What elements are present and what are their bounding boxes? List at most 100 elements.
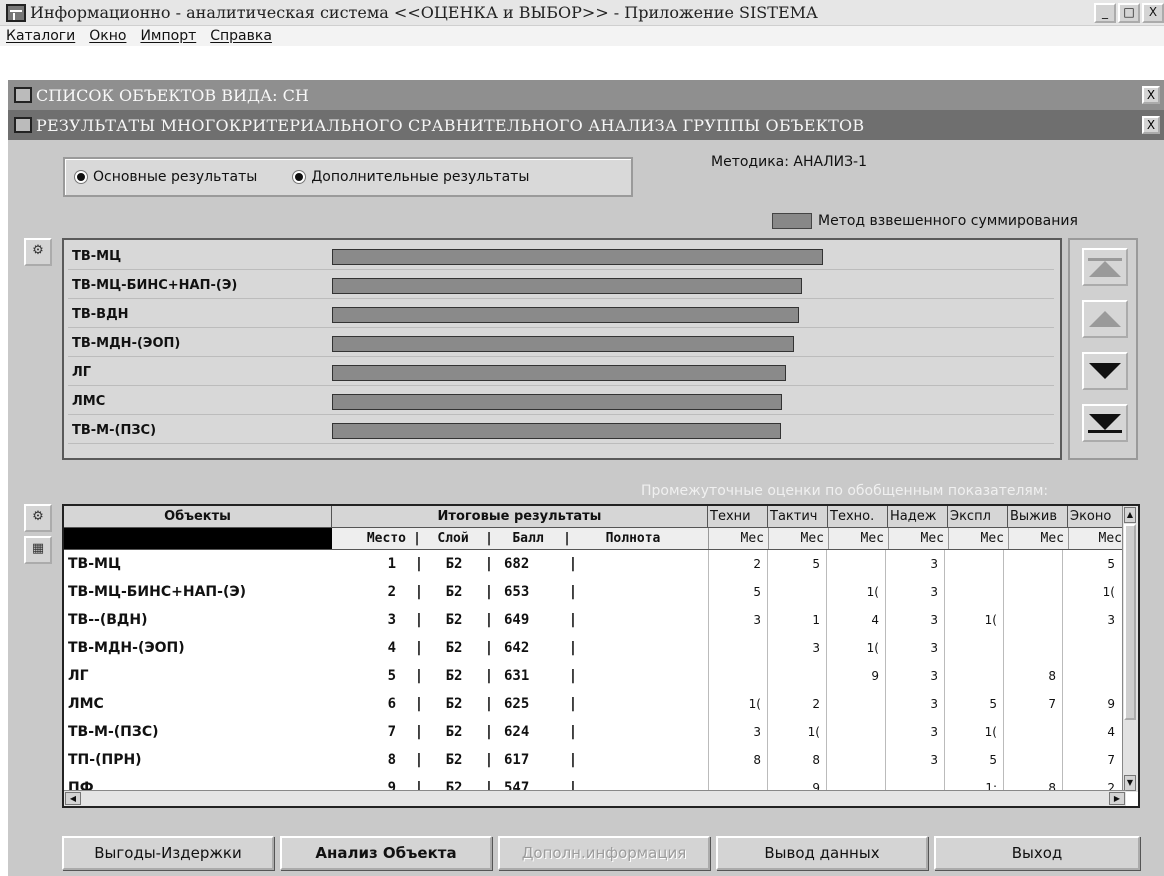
chart-settings-icon[interactable]: ⚙ [24, 238, 52, 266]
indicator-cell [1003, 718, 1062, 746]
separator: | [568, 612, 578, 628]
col-indicator-header[interactable]: Эконо [1068, 506, 1126, 527]
table-row[interactable]: ТВ-М-(ПЗС) 7 | Б2 | 624 | 3 1(3 1(4 [64, 718, 1126, 746]
separator: | [568, 696, 578, 712]
object-list-window-bar[interactable]: СПИСОК ОБЪЕКТОВ ВИДА: СН X [8, 80, 1164, 110]
place-cell: 3 [387, 612, 396, 628]
scroll-down-button[interactable] [1082, 352, 1128, 390]
benefits-costs-button[interactable]: Выгоды-Издержки [62, 836, 274, 870]
minimize-button[interactable]: _ [1094, 3, 1116, 23]
layer-cell: Б2 [445, 640, 463, 656]
results-close-button[interactable]: X [1142, 116, 1160, 134]
results-window-bar[interactable]: РЕЗУЛЬТАТЫ МНОГОКРИТЕРИАЛЬНОГО СРАВНИТЕЛ… [8, 110, 1164, 140]
close-button[interactable]: X [1142, 3, 1164, 23]
menu-window[interactable]: Окно [89, 28, 126, 44]
menu-import[interactable]: Импорт [140, 28, 196, 44]
scroll-first-button[interactable] [1082, 248, 1128, 286]
col-objects-header[interactable]: Объекты [64, 506, 332, 527]
chart-row[interactable]: ТВ-МДН-(ЭОП) [68, 331, 1054, 357]
additional-info-button[interactable]: Дополн.информация [498, 836, 710, 870]
col-indicator-header[interactable]: Техни [708, 506, 768, 527]
col-totals-header[interactable]: Итоговые результаты [332, 506, 708, 527]
indicator-cell [767, 578, 826, 606]
indicator-cell: 1( [826, 578, 885, 606]
scrollbar-thumb[interactable] [1124, 524, 1136, 720]
layer-cell: Б2 [445, 612, 463, 628]
results-type-group: Основные результаты Дополнительные резул… [63, 157, 633, 197]
score-cell: 625 [504, 696, 530, 712]
indicator-subheader: Мес [888, 528, 948, 549]
totals-cell: 5 | Б2 | 631 | [332, 668, 708, 684]
chart-row[interactable]: ЛМС [68, 389, 1054, 415]
chart-row[interactable]: ТВ-М-(ПЗС) [68, 418, 1054, 444]
table-row[interactable]: ЛМС 6 | Б2 | 625 | 1(2 3 5 7 9 [64, 690, 1126, 718]
table-row[interactable]: ТВ-МЦ 1 | Б2 | 682 | 2 5 3 5 [64, 550, 1126, 578]
radio-icon[interactable] [293, 171, 306, 183]
scroll-right-arrow-icon[interactable]: ▶ [1109, 792, 1125, 805]
scroll-last-button[interactable] [1082, 404, 1128, 442]
table-horizontal-scrollbar[interactable]: ◀ ▶ [64, 790, 1126, 806]
chart-row[interactable]: ТВ-МЦ [68, 244, 1054, 270]
scroll-up-button[interactable] [1082, 300, 1128, 338]
indicator-cell: 3 [708, 718, 767, 746]
indicator-cell [1003, 634, 1062, 662]
table-row[interactable]: ТВ-МДН-(ЭОП) 4 | Б2 | 642 | 3 1(3 [64, 634, 1126, 662]
table-settings-icon[interactable]: ⚙ [24, 504, 52, 532]
scroll-down-arrow-icon[interactable]: ▼ [1124, 775, 1136, 791]
indicator-cell [826, 746, 885, 774]
place-cell: 4 [387, 640, 396, 656]
chart-row[interactable]: ЛГ [68, 360, 1054, 386]
triangle-down-icon [1089, 413, 1121, 430]
radio-main-results[interactable]: Основные результаты [75, 169, 257, 185]
col-indicator-header[interactable]: Экспл [948, 506, 1008, 527]
col-indicator-header[interactable]: Тактич [768, 506, 828, 527]
object-analysis-button[interactable]: Анализ Объекта [280, 836, 492, 870]
col-indicator-header[interactable]: Техно. [828, 506, 888, 527]
object-list-close-button[interactable]: X [1142, 86, 1160, 104]
table-row[interactable]: ТП-(ПРН) 8 | Б2 | 617 | 8 8 3 5 7 [64, 746, 1126, 774]
chart-category-label: ТВ-МЦ [72, 249, 122, 264]
maximize-button[interactable]: □ [1118, 3, 1140, 23]
data-output-button[interactable]: Вывод данных [716, 836, 928, 870]
menu-help[interactable]: Справка [210, 28, 272, 44]
col-indicator-header[interactable]: Надеж [888, 506, 948, 527]
table-row[interactable]: ТВ-МЦ-БИНС+НАП-(Э) 2 | Б2 | 653 | 5 1(3 1( [64, 578, 1126, 606]
object-name-cell: ТВ-М-(ПЗС) [68, 724, 159, 740]
indicator-cell: 3 [767, 634, 826, 662]
indicator-subheader: Мес [948, 528, 1008, 549]
object-name-cell: ТВ--(ВДН) [68, 612, 148, 628]
chart-row[interactable]: ТВ-ВДН [68, 302, 1054, 328]
indicator-cell [708, 662, 767, 690]
sub-sep: | [563, 531, 571, 546]
methodology-label: Методика: АНАЛИЗ-1 [711, 154, 868, 170]
chart-category-label: ТВ-МЦ-БИНС+НАП-(Э) [72, 278, 238, 293]
place-cell: 8 [387, 752, 396, 768]
table-view-icon[interactable]: ▦ [24, 536, 52, 564]
menu-catalogs[interactable]: Каталоги [6, 28, 75, 44]
scroll-left-arrow-icon[interactable]: ◀ [65, 792, 81, 805]
object-list-title: СПИСОК ОБЪЕКТОВ ВИДА: СН [36, 85, 309, 105]
radio-main-label: Основные результаты [93, 169, 258, 185]
table-row[interactable]: ТВ--(ВДН) 3 | Б2 | 649 | 3 1 4 3 1(3 [64, 606, 1126, 634]
radio-selected-icon[interactable] [75, 171, 87, 183]
object-name-cell: ЛМС [68, 696, 104, 712]
sub-completeness: Полнота [605, 531, 661, 546]
separator: | [568, 556, 578, 572]
triangle-up-icon [1089, 311, 1121, 327]
chart-row[interactable]: ТВ-МЦ-БИНС+НАП-(Э) [68, 273, 1054, 299]
sub-sep: | [413, 531, 421, 546]
separator: | [568, 668, 578, 684]
chart-bar [332, 306, 799, 323]
exit-button[interactable]: Выход [934, 836, 1140, 870]
col-indicator-header[interactable]: Выжив [1008, 506, 1068, 527]
table-row[interactable]: ЛГ 5 | Б2 | 631 | 9 3 8 [64, 662, 1126, 690]
indicator-cell: 9 [1062, 690, 1121, 718]
indicator-subheader: Мес [828, 528, 888, 549]
table-vertical-scrollbar[interactable]: ▲ ▼ [1122, 506, 1138, 792]
layer-cell: Б2 [445, 696, 463, 712]
objects-subheader [64, 528, 332, 549]
separator: | [414, 752, 424, 768]
radio-additional-results[interactable]: Дополнительные результаты [293, 169, 529, 185]
scroll-up-arrow-icon[interactable]: ▲ [1124, 507, 1136, 523]
results-window-title: РЕЗУЛЬТАТЫ МНОГОКРИТЕРИАЛЬНОГО СРАВНИТЕЛ… [36, 115, 865, 135]
